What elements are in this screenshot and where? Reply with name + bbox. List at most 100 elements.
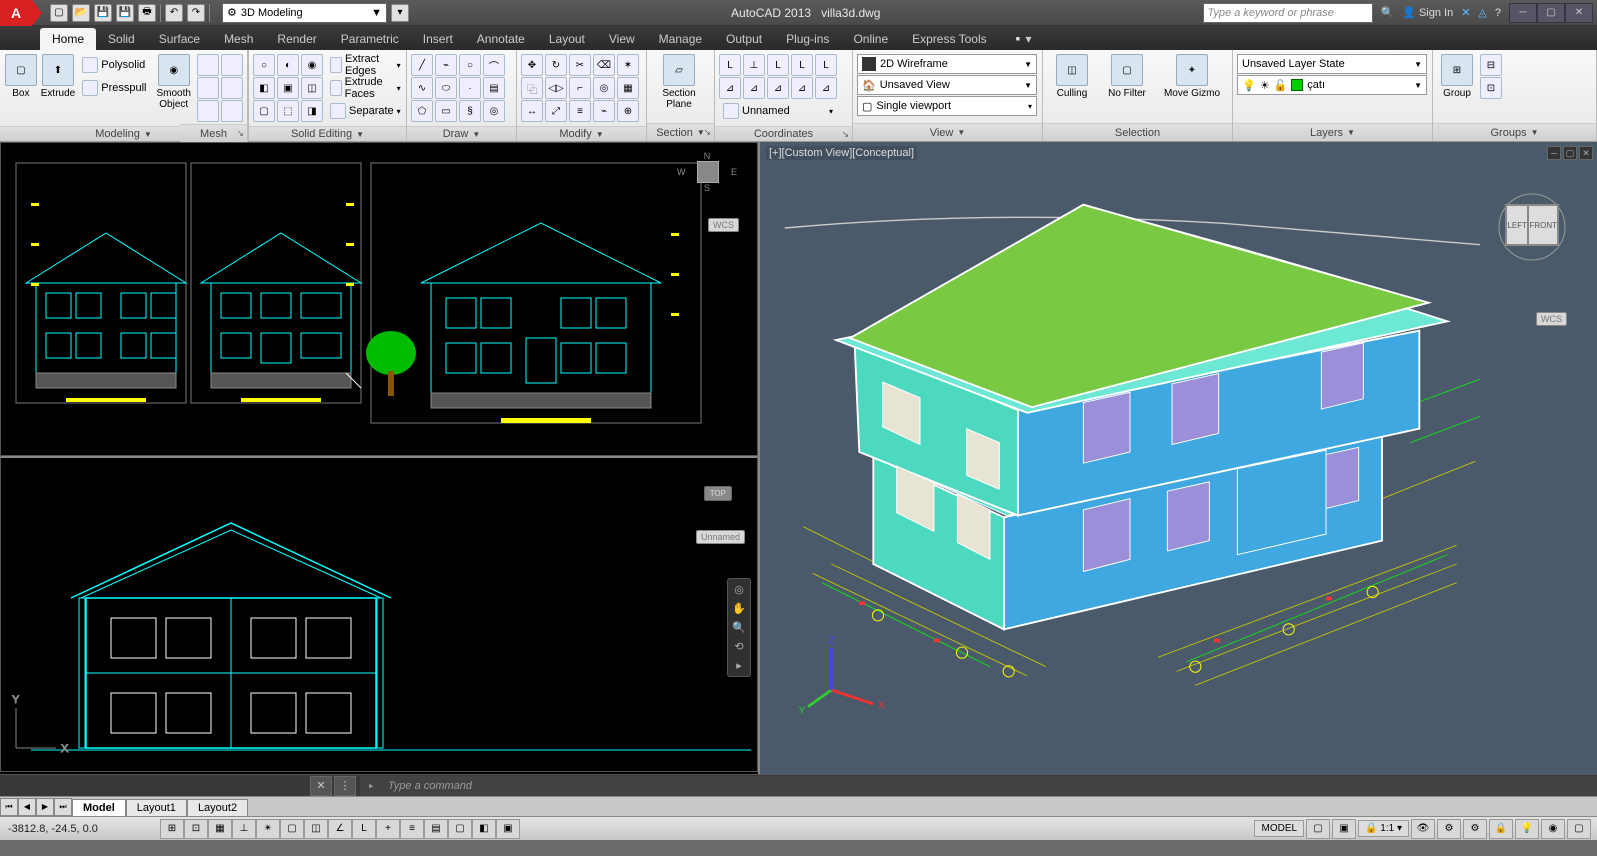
- maximize-button[interactable]: ▢: [1537, 3, 1565, 23]
- point-icon[interactable]: ·: [459, 77, 481, 99]
- ucs-icon-2[interactable]: ⊥: [743, 54, 765, 76]
- sign-in-button[interactable]: 👤Sign In: [1402, 6, 1453, 19]
- annotation-scale[interactable]: 🔒 1:1 ▾: [1358, 820, 1409, 837]
- explode-icon[interactable]: ✶: [617, 54, 639, 76]
- imprint-icon[interactable]: ◫: [301, 77, 323, 99]
- tab-mesh[interactable]: Mesh: [212, 28, 265, 50]
- lwt-icon[interactable]: ≡: [400, 819, 424, 839]
- ellipse-icon[interactable]: ⬭: [435, 77, 457, 99]
- annotation-visibility-icon[interactable]: 👁: [1411, 819, 1435, 839]
- ortho-icon[interactable]: ⊥: [232, 819, 256, 839]
- steering-wheel-icon[interactable]: ◎: [734, 583, 744, 596]
- viewport-label[interactable]: [+][Custom View][Conceptual]: [766, 146, 917, 160]
- search-icon[interactable]: 🔍: [1381, 6, 1395, 19]
- isolate-objects-icon[interactable]: ◉: [1541, 819, 1565, 839]
- layout-tab-model[interactable]: Model: [72, 799, 126, 816]
- sc-icon[interactable]: ◧: [472, 819, 496, 839]
- close-button[interactable]: ✕: [1565, 3, 1593, 23]
- layout-tab-2[interactable]: Layout2: [187, 799, 248, 816]
- viewport-top-left[interactable]: N WE S WCS: [0, 142, 758, 456]
- viewport-3d[interactable]: [+][Custom View][Conceptual] ─ ▢ ✕ LEFT …: [758, 142, 1597, 774]
- thicken-icon[interactable]: ▣: [277, 77, 299, 99]
- tab-express[interactable]: Express Tools: [900, 28, 998, 50]
- unnamed-ucs-dropdown[interactable]: Unnamed▾: [719, 100, 837, 122]
- mesh-tool-4[interactable]: [221, 77, 243, 99]
- help-search-input[interactable]: Type a keyword or phrase: [1203, 3, 1373, 23]
- vp-close-button[interactable]: ✕: [1579, 146, 1593, 160]
- layer-dropdown[interactable]: 💡 ☀ 🔓 çatı▼: [1237, 75, 1427, 95]
- mirror-icon[interactable]: ◁▷: [545, 77, 567, 99]
- ucs-icon-7[interactable]: ⊿: [743, 77, 765, 99]
- tab-render[interactable]: Render: [265, 28, 328, 50]
- snap-icon[interactable]: ⊡: [184, 819, 208, 839]
- tab-insert[interactable]: Insert: [411, 28, 465, 50]
- subtract-icon[interactable]: ◐: [277, 54, 299, 76]
- ucs-icon-9[interactable]: ⊿: [791, 77, 813, 99]
- am-icon[interactable]: ▣: [496, 819, 520, 839]
- vp-minimize-button[interactable]: ─: [1547, 146, 1561, 160]
- plot-icon[interactable]: 🖶: [138, 4, 156, 22]
- scale-icon[interactable]: ⤢: [545, 100, 567, 122]
- erase-icon[interactable]: ⌫: [593, 54, 615, 76]
- ungroup-icon[interactable]: ⊟: [1480, 54, 1502, 76]
- mesh-tool-1[interactable]: [197, 54, 219, 76]
- extrude-faces-button[interactable]: Extrude Faces▾: [326, 77, 405, 99]
- viewport-bottom-left[interactable]: X Y TOP Unnamed ◎ ✋ 🔍 ⟲ ▸: [0, 456, 758, 772]
- tab-prev-icon[interactable]: ◀: [18, 798, 36, 816]
- polar-icon[interactable]: ✴: [256, 819, 280, 839]
- tab-manage[interactable]: Manage: [647, 28, 714, 50]
- slice-icon[interactable]: ◧: [253, 77, 275, 99]
- showmotion-icon[interactable]: ▸: [736, 659, 742, 672]
- new-icon[interactable]: ▢: [50, 4, 68, 22]
- compass-widget[interactable]: N WE S: [677, 151, 737, 193]
- tab-layout[interactable]: Layout: [537, 28, 597, 50]
- layout-tab-1[interactable]: Layout1: [126, 799, 187, 816]
- check-icon[interactable]: ⬚: [277, 100, 299, 122]
- mesh-tool-5[interactable]: [197, 100, 219, 122]
- ucs-icon-8[interactable]: ⊿: [767, 77, 789, 99]
- helix-icon[interactable]: §: [459, 100, 481, 122]
- otrack-icon[interactable]: ∠: [328, 819, 352, 839]
- smooth-button[interactable]: ◉Smooth Object: [153, 54, 194, 110]
- group-edit-icon[interactable]: ⊡: [1480, 77, 1502, 99]
- layer-state-dropdown[interactable]: Unsaved Layer State▼: [1237, 54, 1427, 74]
- tpy-icon[interactable]: ▤: [424, 819, 448, 839]
- circle-icon[interactable]: ○: [459, 54, 481, 76]
- cmdline-close-icon[interactable]: ✕: [310, 776, 332, 796]
- ducs-icon[interactable]: L: [352, 819, 376, 839]
- trim-icon[interactable]: ✂: [569, 54, 591, 76]
- nofilter-button[interactable]: ▢No Filter: [1100, 54, 1154, 99]
- align-icon[interactable]: ≡: [569, 100, 591, 122]
- tab-first-icon[interactable]: ⏮: [0, 798, 18, 816]
- dyn-icon[interactable]: +: [376, 819, 400, 839]
- line-icon[interactable]: ╱: [411, 54, 433, 76]
- intersect-icon[interactable]: ◉: [301, 54, 323, 76]
- open-icon[interactable]: 📂: [72, 4, 90, 22]
- zoom-icon[interactable]: 🔍: [732, 621, 746, 634]
- polysolid-button[interactable]: Polysolid: [78, 54, 150, 76]
- tab-view[interactable]: View: [597, 28, 647, 50]
- culling-button[interactable]: ◫Culling: [1047, 54, 1097, 99]
- viewcube-left-face[interactable]: LEFT: [1506, 205, 1528, 245]
- ucs-icon-10[interactable]: ⊿: [815, 77, 837, 99]
- qat-more-icon[interactable]: ▾: [391, 4, 409, 22]
- stretch-icon[interactable]: ↔: [521, 100, 543, 122]
- redo-icon[interactable]: ↷: [187, 4, 205, 22]
- shell-icon[interactable]: ▢: [253, 100, 275, 122]
- extract-edges-button[interactable]: Extract Edges▾: [326, 54, 405, 76]
- model-space-toggle[interactable]: MODEL: [1254, 820, 1304, 837]
- tab-surface[interactable]: Surface: [147, 28, 212, 50]
- 3dosnap-icon[interactable]: ◫: [304, 819, 328, 839]
- spline-icon[interactable]: ∿: [411, 77, 433, 99]
- tab-solid[interactable]: Solid: [96, 28, 147, 50]
- app-logo[interactable]: A: [0, 0, 32, 26]
- tab-output[interactable]: Output: [714, 28, 774, 50]
- copy-icon[interactable]: ⿻: [521, 77, 543, 99]
- view-dropdown[interactable]: 🏠Unsaved View▼: [857, 75, 1037, 95]
- exchange-icon[interactable]: ✕: [1461, 6, 1470, 19]
- orbit-icon[interactable]: ⟲: [734, 640, 743, 653]
- gizmo-button[interactable]: ✦Move Gizmo: [1157, 54, 1227, 99]
- tab-extra-icon[interactable]: ▫️▾: [999, 28, 1044, 50]
- mesh-tool-2[interactable]: [221, 54, 243, 76]
- tab-plugins[interactable]: Plug-ins: [774, 28, 841, 50]
